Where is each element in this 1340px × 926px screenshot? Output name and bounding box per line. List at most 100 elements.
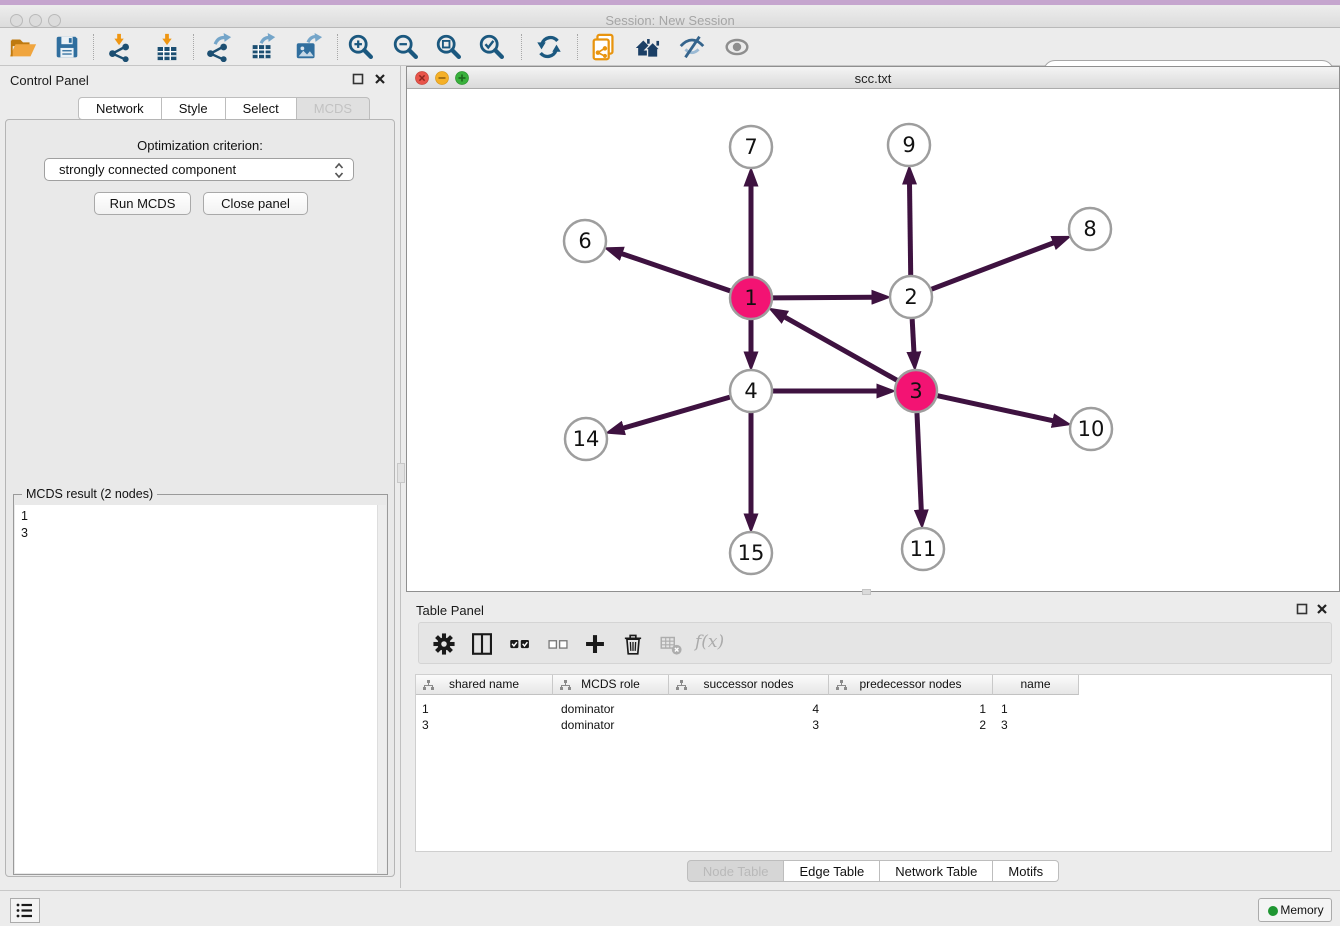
graph-node-14[interactable]: 14 bbox=[565, 418, 607, 460]
float-table-panel-icon[interactable] bbox=[1296, 603, 1308, 615]
import-table-icon[interactable] bbox=[152, 32, 182, 62]
memory-button[interactable]: Memory bbox=[1258, 898, 1332, 922]
column-tree-icon bbox=[423, 680, 434, 691]
float-panel-icon[interactable] bbox=[352, 73, 364, 85]
column-header-shared-name[interactable]: shared name bbox=[416, 675, 553, 695]
delete-column-icon[interactable] bbox=[620, 631, 646, 657]
graph-node-1[interactable]: 1 bbox=[730, 277, 772, 319]
graph-node-6[interactable]: 6 bbox=[564, 220, 606, 262]
memory-label: Memory bbox=[1280, 903, 1323, 917]
graph-edge-2-3[interactable] bbox=[912, 319, 914, 353]
zoom-out-icon[interactable] bbox=[391, 32, 421, 62]
task-history-button[interactable] bbox=[10, 898, 40, 923]
tab-edge-table[interactable]: Edge Table bbox=[784, 860, 880, 882]
mcds-panel-body: Optimization criterion: strongly connect… bbox=[5, 119, 395, 877]
network-window-titlebar[interactable]: scc.txt bbox=[407, 67, 1339, 89]
tab-node-table[interactable]: Node Table bbox=[687, 860, 785, 882]
zoom-selected-icon[interactable] bbox=[477, 32, 507, 62]
tab-mcds[interactable]: MCDS bbox=[297, 97, 370, 120]
network-graph: 7 9 6 8 1 2 4 3 14 10 15 11 bbox=[407, 89, 1339, 592]
graph-node-7[interactable]: 7 bbox=[730, 126, 772, 168]
graph-edge-1-6[interactable] bbox=[621, 253, 730, 291]
svg-text:1: 1 bbox=[744, 286, 757, 310]
add-column-icon[interactable] bbox=[582, 631, 608, 657]
result-scrollbar[interactable] bbox=[377, 505, 386, 873]
graph-node-11[interactable]: 11 bbox=[902, 528, 944, 570]
status-bar: Memory bbox=[0, 890, 1340, 926]
criterion-select[interactable]: strongly connected component bbox=[44, 158, 354, 181]
graph-node-9[interactable]: 9 bbox=[888, 124, 930, 166]
svg-text:10: 10 bbox=[1078, 417, 1105, 441]
clone-network-icon[interactable] bbox=[589, 32, 619, 62]
run-mcds-button[interactable]: Run MCDS bbox=[94, 192, 191, 215]
column-tree-icon bbox=[676, 680, 687, 691]
svg-text:3: 3 bbox=[909, 379, 922, 403]
table-panel-tabs: Node Table Edge Table Network Table Moti… bbox=[406, 860, 1340, 882]
show-all-icon[interactable] bbox=[722, 32, 752, 62]
graph-node-10[interactable]: 10 bbox=[1070, 408, 1112, 450]
graph-node-15[interactable]: 15 bbox=[730, 532, 772, 574]
node-table: shared name MCDS role successor nodes pr… bbox=[415, 674, 1332, 852]
graph-node-4[interactable]: 4 bbox=[730, 370, 772, 412]
tab-motifs[interactable]: Motifs bbox=[993, 860, 1059, 882]
graph-edge-1-2[interactable] bbox=[773, 297, 873, 298]
column-header-name[interactable]: name bbox=[993, 675, 1079, 695]
control-panel-title: Control Panel bbox=[10, 73, 89, 88]
node-table-header: shared name MCDS role successor nodes pr… bbox=[416, 675, 1079, 695]
svg-text:15: 15 bbox=[738, 541, 765, 565]
close-panel-icon[interactable] bbox=[374, 73, 386, 85]
tab-select[interactable]: Select bbox=[226, 97, 297, 120]
save-session-icon[interactable] bbox=[52, 32, 82, 62]
graph-node-8[interactable]: 8 bbox=[1069, 208, 1111, 250]
home-icon[interactable] bbox=[633, 32, 663, 62]
tab-style[interactable]: Style bbox=[162, 97, 226, 120]
mcds-result-text[interactable]: 1 3 bbox=[15, 505, 386, 873]
open-session-icon[interactable] bbox=[8, 32, 38, 62]
graph-edge-2-9[interactable] bbox=[910, 183, 911, 275]
main-toolbar bbox=[0, 28, 1340, 66]
toolbar-separator bbox=[577, 34, 578, 60]
graph-edge-3-1[interactable] bbox=[784, 317, 897, 381]
cell-predecessor-nodes: 2 bbox=[829, 717, 986, 733]
graph-node-3[interactable]: 3 bbox=[895, 370, 937, 412]
import-network-icon[interactable] bbox=[105, 32, 135, 62]
graph-edge-3-11[interactable] bbox=[917, 413, 921, 511]
column-header-predecessor-nodes[interactable]: predecessor nodes bbox=[829, 675, 993, 695]
network-canvas[interactable]: 7 9 6 8 1 2 4 3 14 10 15 11 bbox=[407, 89, 1339, 591]
mcds-result-title: MCDS result (2 nodes) bbox=[22, 487, 157, 501]
hide-selected-icon[interactable] bbox=[677, 32, 707, 62]
function-builder-icon[interactable]: f(x) bbox=[695, 632, 724, 652]
chevron-up-down-icon bbox=[333, 162, 345, 179]
column-visibility-icon[interactable] bbox=[469, 631, 495, 657]
svg-text:4: 4 bbox=[744, 379, 757, 403]
tab-network-table[interactable]: Network Table bbox=[880, 860, 993, 882]
export-table-icon[interactable] bbox=[248, 32, 278, 62]
cell-shared-name: 1 bbox=[422, 701, 547, 717]
zoom-fit-icon[interactable] bbox=[434, 32, 464, 62]
horizontal-splitter-handle[interactable] bbox=[862, 589, 871, 595]
export-network-icon[interactable] bbox=[203, 32, 233, 62]
vertical-splitter-handle[interactable] bbox=[397, 463, 405, 483]
column-header-successor-nodes[interactable]: successor nodes bbox=[669, 675, 829, 695]
table-settings-gear-icon[interactable] bbox=[431, 631, 457, 657]
column-header-mcds-role[interactable]: MCDS role bbox=[553, 675, 669, 695]
zoom-in-icon[interactable] bbox=[346, 32, 376, 62]
export-image-icon[interactable] bbox=[293, 32, 323, 62]
tab-network[interactable]: Network bbox=[78, 97, 162, 120]
graph-node-2[interactable]: 2 bbox=[890, 276, 932, 318]
select-all-icon[interactable] bbox=[507, 631, 533, 657]
deselect-all-icon[interactable] bbox=[545, 631, 571, 657]
graph-edge-3-10[interactable] bbox=[937, 396, 1053, 421]
optimization-criterion-label: Optimization criterion: bbox=[6, 138, 394, 153]
cell-mcds-role: dominator bbox=[561, 717, 661, 733]
svg-text:6: 6 bbox=[578, 229, 591, 253]
refresh-layout-icon[interactable] bbox=[534, 32, 564, 62]
cell-predecessor-nodes: 1 bbox=[829, 701, 986, 717]
close-table-panel-icon[interactable] bbox=[1316, 603, 1328, 615]
delete-table-icon[interactable] bbox=[658, 631, 684, 657]
cell-successor-nodes: 3 bbox=[669, 717, 819, 733]
svg-text:2: 2 bbox=[904, 285, 917, 309]
graph-edge-2-8[interactable] bbox=[932, 242, 1055, 289]
graph-edge-4-14[interactable] bbox=[622, 397, 729, 428]
close-panel-button[interactable]: Close panel bbox=[203, 192, 308, 215]
